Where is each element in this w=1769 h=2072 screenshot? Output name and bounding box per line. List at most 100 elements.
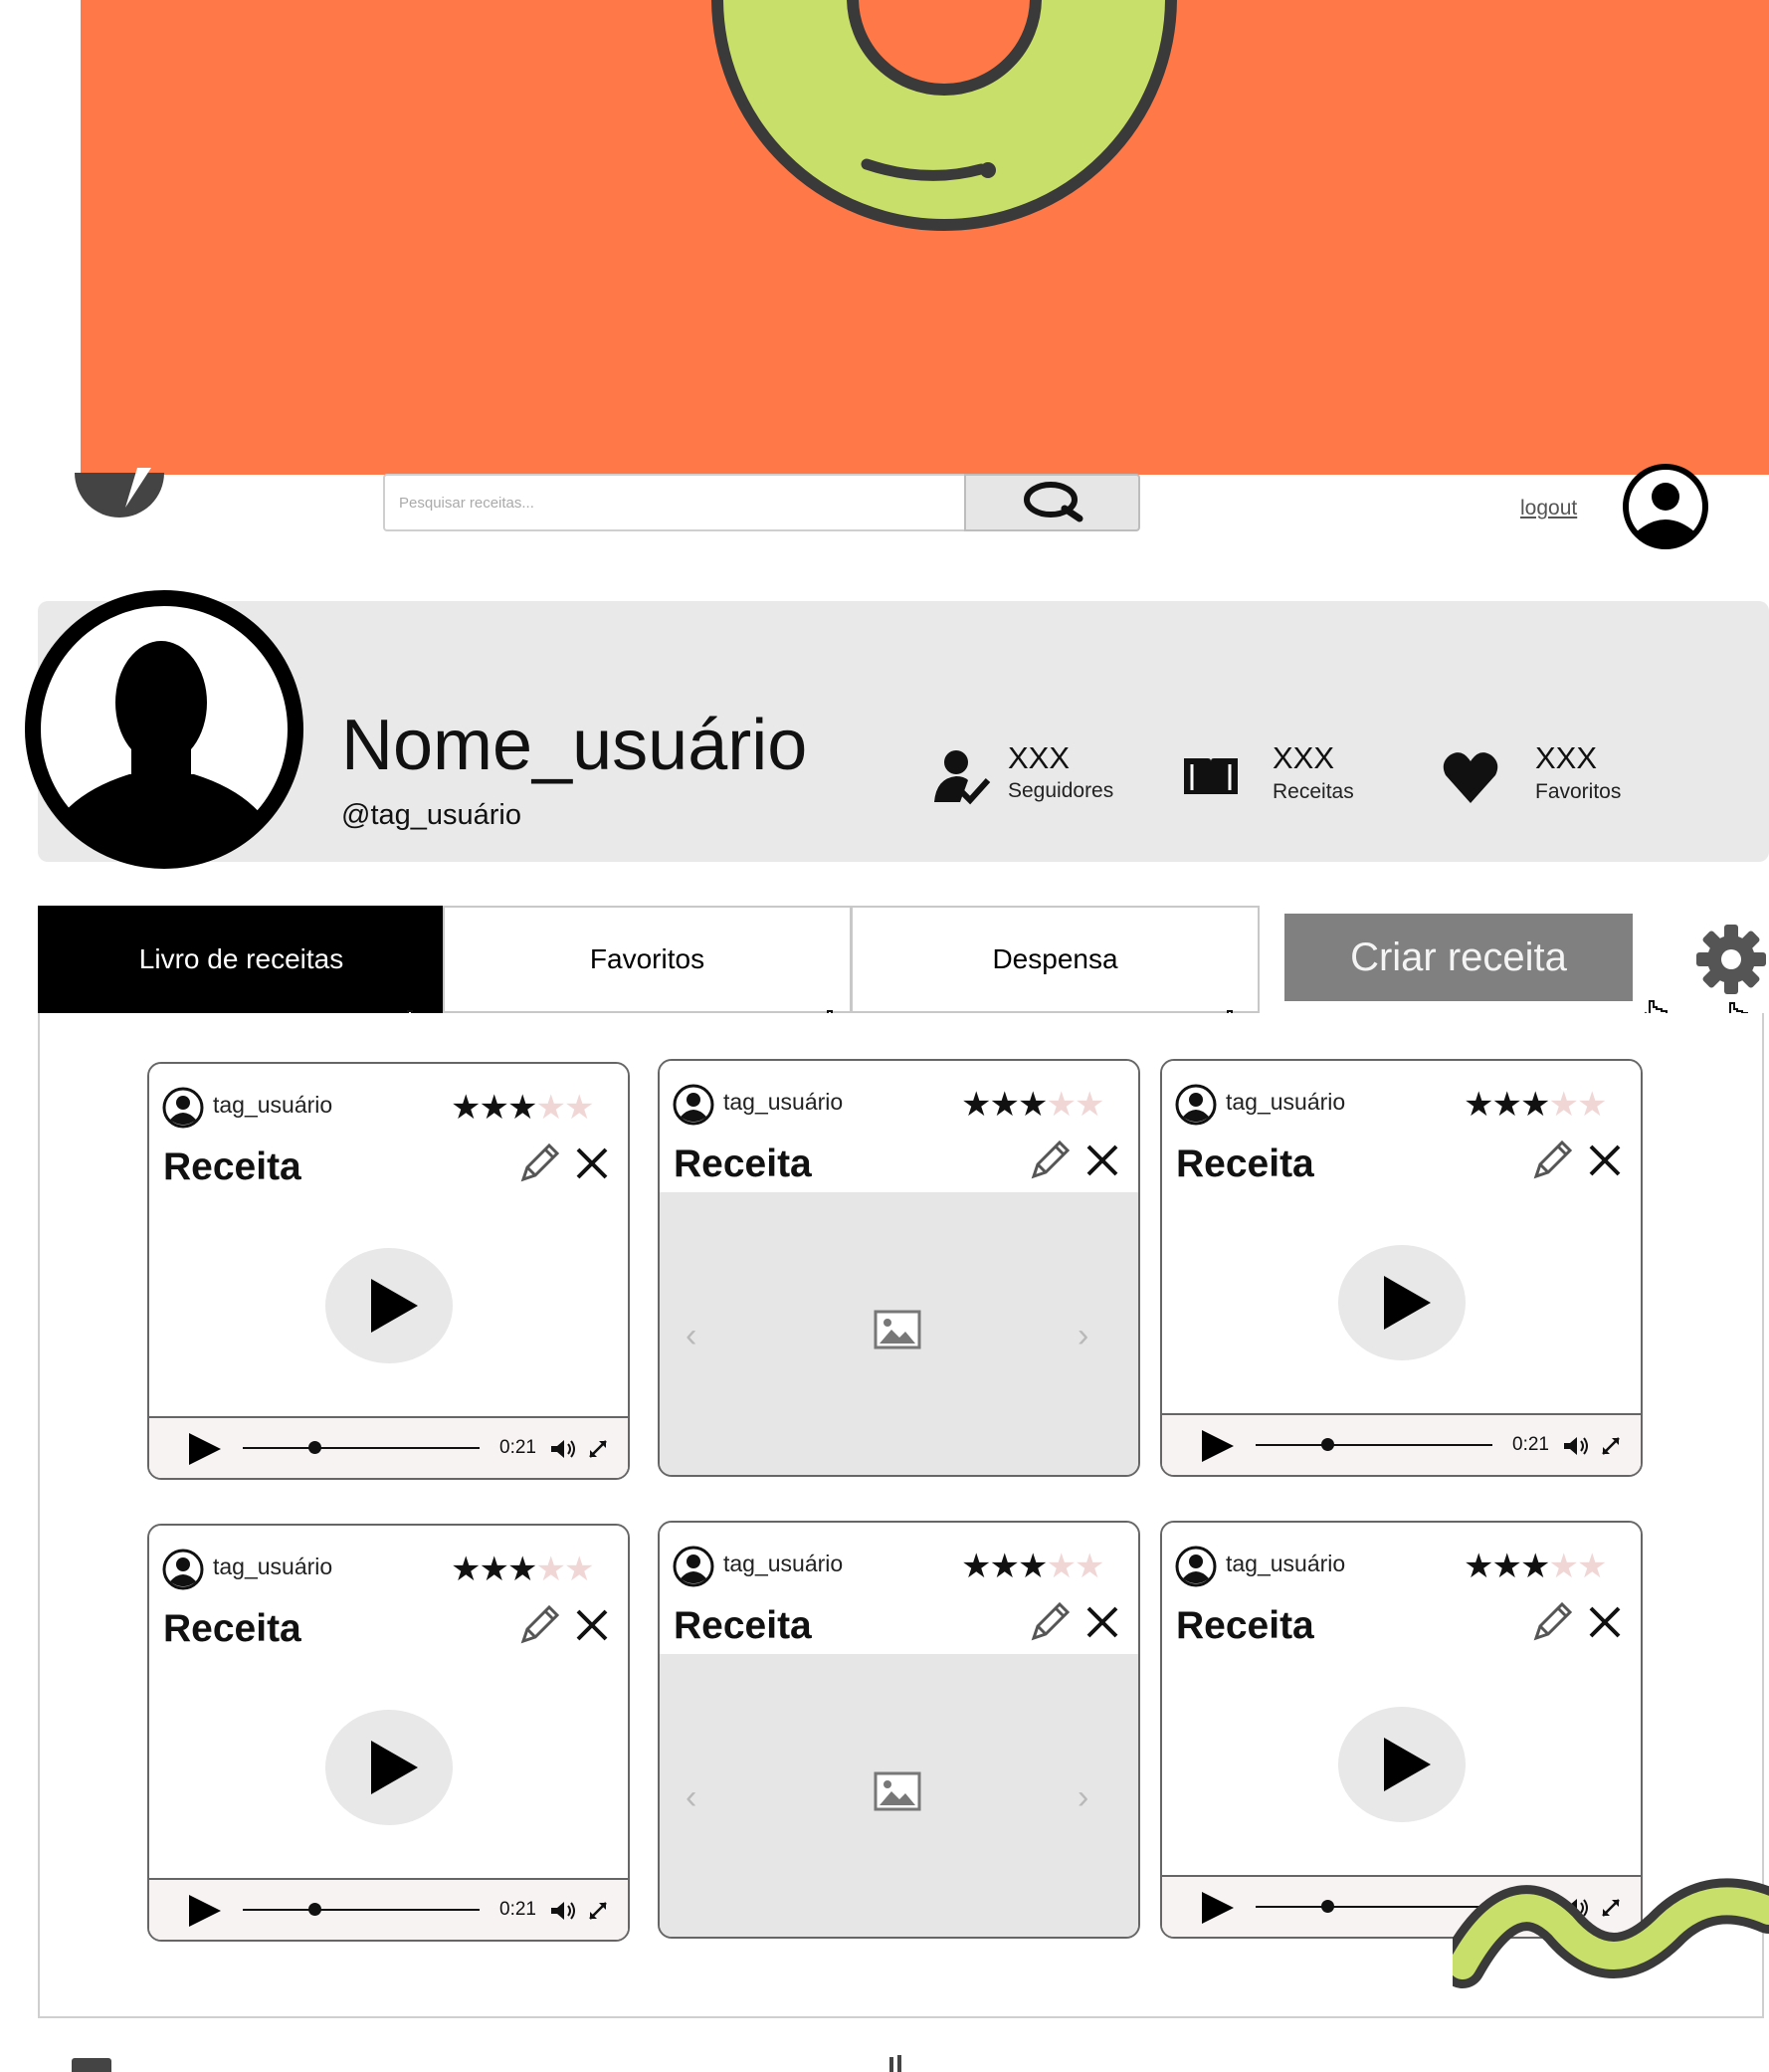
recipe-card[interactable]: tag_usuário ★★★★★ Receita ‹ ›	[658, 1521, 1140, 1939]
recipe-card[interactable]: tag_usuário ★★★★★ Receita 0:21	[147, 1524, 630, 1942]
star-empty-icon: ★	[1576, 1086, 1608, 1124]
progress-knob[interactable]	[308, 1903, 321, 1916]
gear-icon[interactable]	[1694, 923, 1768, 996]
book-icon	[1184, 758, 1238, 794]
star-filled-icon: ★	[479, 1089, 509, 1127]
close-icon[interactable]	[1585, 1140, 1625, 1180]
user-icon	[673, 1546, 714, 1587]
search-input[interactable]	[383, 474, 965, 531]
pencil-icon[interactable]	[1528, 1137, 1576, 1184]
star-empty-icon: ★	[535, 1551, 566, 1588]
star-filled-icon: ★	[451, 1551, 482, 1588]
star-empty-icon: ★	[1046, 1548, 1077, 1585]
progress-track[interactable]	[1256, 1444, 1492, 1446]
close-icon[interactable]	[1585, 1602, 1625, 1642]
card-header: tag_usuário ★★★★★ Receita	[149, 1064, 628, 1197]
rating-stars: ★★★★★	[961, 1547, 1105, 1586]
progress-knob[interactable]	[308, 1441, 321, 1454]
pencil-icon[interactable]	[1026, 1598, 1074, 1646]
video-player: 0:21	[149, 1195, 628, 1478]
pencil-icon[interactable]	[1026, 1137, 1074, 1184]
chevron-right-icon[interactable]: ›	[1078, 1317, 1088, 1355]
star-filled-icon: ★	[989, 1548, 1020, 1585]
pencil-icon[interactable]	[515, 1140, 563, 1187]
star-filled-icon: ★	[1491, 1548, 1522, 1585]
play-button-icon[interactable]	[1337, 1244, 1467, 1361]
play-button-icon[interactable]	[324, 1709, 454, 1826]
user-icon	[1175, 1084, 1217, 1126]
play-icon[interactable]	[185, 1430, 223, 1468]
playback-time: 0:21	[499, 1899, 536, 1920]
banner-image	[81, 0, 1769, 475]
footer-icon[interactable]	[72, 2058, 111, 2072]
chevron-right-icon[interactable]: ›	[1078, 1778, 1088, 1817]
player-controls: 0:21	[149, 1416, 628, 1478]
profile-tag: @tag_usuário	[341, 799, 521, 831]
fullscreen-icon[interactable]	[587, 1438, 609, 1460]
chevron-left-icon[interactable]: ‹	[686, 1317, 696, 1355]
stat-favorites-value: XXX	[1535, 740, 1598, 775]
tab-despensa[interactable]: Despensa	[851, 906, 1260, 1013]
star-empty-icon: ★	[1576, 1548, 1608, 1585]
player-controls: 0:21	[1162, 1413, 1641, 1475]
create-recipe-button[interactable]: Criar receita	[1284, 914, 1633, 1001]
rating-stars: ★★★★★	[1464, 1547, 1608, 1586]
recipe-card[interactable]: tag_usuário ★★★★★ Receita 0:21	[147, 1062, 630, 1480]
star-filled-icon: ★	[506, 1551, 538, 1588]
logout-link[interactable]: logout	[1520, 497, 1577, 520]
progress-knob[interactable]	[1321, 1900, 1334, 1913]
fullscreen-icon[interactable]	[587, 1900, 609, 1922]
star-filled-icon: ★	[989, 1086, 1020, 1124]
progress-track[interactable]	[243, 1909, 480, 1911]
playback-time: 0:21	[499, 1437, 536, 1458]
close-icon[interactable]	[572, 1605, 612, 1645]
card-username: tag_usuário	[213, 1554, 333, 1579]
card-title: Receita	[674, 1604, 812, 1647]
star-filled-icon: ★	[1519, 1548, 1551, 1585]
profile-name: Nome_usuário	[341, 706, 808, 785]
volume-icon[interactable]	[1562, 1435, 1590, 1457]
progress-track[interactable]	[243, 1447, 480, 1449]
card-header: tag_usuário ★★★★★ Receita	[149, 1526, 628, 1659]
rating-stars: ★★★★★	[961, 1085, 1105, 1125]
image-icon	[874, 1771, 921, 1811]
image-carousel: ‹ ›	[660, 1192, 1138, 1475]
footer-icon[interactable]	[876, 2055, 915, 2072]
play-button-icon[interactable]	[1337, 1706, 1467, 1823]
user-icon	[673, 1084, 714, 1126]
stat-favorites-label: Favoritos	[1535, 780, 1622, 803]
stat-recipes-value: XXX	[1273, 740, 1335, 775]
star-empty-icon: ★	[1074, 1548, 1105, 1585]
chevron-left-icon[interactable]: ‹	[686, 1778, 696, 1817]
profile-avatar-icon	[25, 590, 303, 869]
volume-icon[interactable]	[549, 1900, 577, 1922]
volume-icon[interactable]	[549, 1438, 577, 1460]
star-empty-icon: ★	[1046, 1086, 1077, 1124]
card-title: Receita	[1176, 1604, 1314, 1647]
progress-knob[interactable]	[1321, 1438, 1334, 1451]
playback-time: 0:21	[1512, 1434, 1549, 1455]
close-icon[interactable]	[572, 1143, 612, 1183]
pencil-icon[interactable]	[1528, 1598, 1576, 1646]
recipe-card[interactable]: tag_usuário ★★★★★ Receita 0:21	[1160, 1059, 1643, 1477]
star-empty-icon: ★	[563, 1089, 595, 1127]
star-filled-icon: ★	[451, 1089, 482, 1127]
card-title: Receita	[163, 1145, 301, 1188]
play-icon[interactable]	[1198, 1427, 1236, 1465]
search-button[interactable]	[964, 474, 1140, 531]
fullscreen-icon[interactable]	[1600, 1435, 1622, 1457]
play-icon[interactable]	[1198, 1889, 1236, 1927]
recipe-card[interactable]: tag_usuário ★★★★★ Receita ‹ ›	[658, 1059, 1140, 1477]
star-empty-icon: ★	[1074, 1086, 1105, 1124]
star-empty-icon: ★	[1548, 1086, 1579, 1124]
play-icon[interactable]	[185, 1892, 223, 1930]
play-button-icon[interactable]	[324, 1247, 454, 1364]
close-icon[interactable]	[1082, 1602, 1122, 1642]
tab-favoritos[interactable]: Favoritos	[443, 906, 852, 1013]
pencil-icon[interactable]	[515, 1601, 563, 1649]
logo-icon[interactable]	[70, 468, 169, 537]
avatar-icon[interactable]	[1622, 463, 1709, 550]
close-icon[interactable]	[1082, 1140, 1122, 1180]
search-icon	[1023, 482, 1082, 522]
tab-livro-de-receitas[interactable]: Livro de receitas	[38, 906, 445, 1013]
